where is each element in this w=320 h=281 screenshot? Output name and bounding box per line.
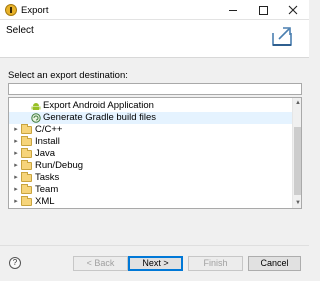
- expand-arrow-icon[interactable]: ▸: [12, 126, 20, 134]
- tree-folder-install[interactable]: ▸ Install: [9, 136, 292, 148]
- folder-icon: [21, 148, 32, 158]
- window-title: Export: [21, 5, 49, 16]
- tree-folder-java[interactable]: ▸ Java: [9, 148, 292, 160]
- tree-folder-tasks[interactable]: ▸ Tasks: [9, 172, 292, 184]
- tree-item-label: Install: [35, 136, 60, 147]
- expand-arrow-icon[interactable]: ▸: [12, 162, 20, 170]
- folder-icon: [21, 124, 32, 134]
- cancel-button[interactable]: Cancel: [248, 256, 301, 271]
- wizard-banner: Select: [0, 20, 309, 58]
- tree-folder-run-debug[interactable]: ▸ Run/Debug: [9, 160, 292, 172]
- minimize-icon[interactable]: [226, 3, 240, 17]
- tree-item-label: Team: [35, 184, 59, 195]
- folder-icon: [21, 160, 32, 170]
- tree-item-label: Export Android Application: [43, 100, 154, 111]
- help-icon[interactable]: ?: [9, 257, 21, 269]
- tree-folder-c-cpp[interactable]: ▸ C/C++: [9, 124, 292, 136]
- next-button[interactable]: Next >: [128, 256, 183, 271]
- page-title: Select: [6, 25, 34, 36]
- footer-divider: [0, 245, 309, 246]
- tree-item-label: XML: [35, 196, 55, 207]
- folder-icon: [21, 196, 32, 206]
- tree-item-label: Java: [35, 148, 56, 159]
- tree-folder-xml[interactable]: ▸ XML: [9, 196, 292, 208]
- folder-icon: [21, 136, 32, 146]
- folder-icon: [21, 172, 32, 182]
- scroll-down-icon[interactable]: ▼: [293, 198, 301, 208]
- back-button[interactable]: < Back: [73, 256, 128, 271]
- filter-input[interactable]: [8, 83, 302, 95]
- tree-item-label: Tasks: [35, 172, 60, 183]
- finish-button[interactable]: Finish: [188, 256, 243, 271]
- scroll-up-icon[interactable]: ▲: [293, 98, 301, 108]
- title-bar: Export: [0, 0, 309, 20]
- tree-folder-team[interactable]: ▸ Team: [9, 184, 292, 196]
- expand-arrow-icon[interactable]: ▸: [12, 138, 20, 146]
- expand-arrow-icon[interactable]: ▸: [12, 186, 20, 194]
- tree-scrollbar[interactable]: ▲ ▼: [292, 98, 301, 208]
- expand-arrow-icon[interactable]: ▸: [12, 198, 20, 206]
- tree-item-label: Run/Debug: [35, 160, 84, 171]
- tree-item-label: C/C++: [35, 124, 63, 135]
- expand-arrow-icon[interactable]: ▸: [12, 150, 20, 158]
- destination-prompt: Select an export destination:: [8, 70, 128, 81]
- tree-item-generate-gradle-build-files[interactable]: Generate Gradle build files: [9, 112, 292, 124]
- eclipse-app-icon: [5, 4, 17, 16]
- export-destination-tree[interactable]: Export Android Application Generate Grad…: [8, 97, 302, 209]
- folder-icon: [21, 184, 32, 194]
- export-wizard-icon: [270, 23, 296, 51]
- tree-item-label: Generate Gradle build files: [43, 112, 157, 123]
- scrollbar-thumb[interactable]: [294, 127, 301, 195]
- maximize-icon[interactable]: [256, 3, 270, 17]
- close-icon[interactable]: [286, 3, 300, 17]
- expand-arrow-icon[interactable]: ▸: [12, 174, 20, 182]
- tree-item-export-android-application[interactable]: Export Android Application: [9, 100, 292, 112]
